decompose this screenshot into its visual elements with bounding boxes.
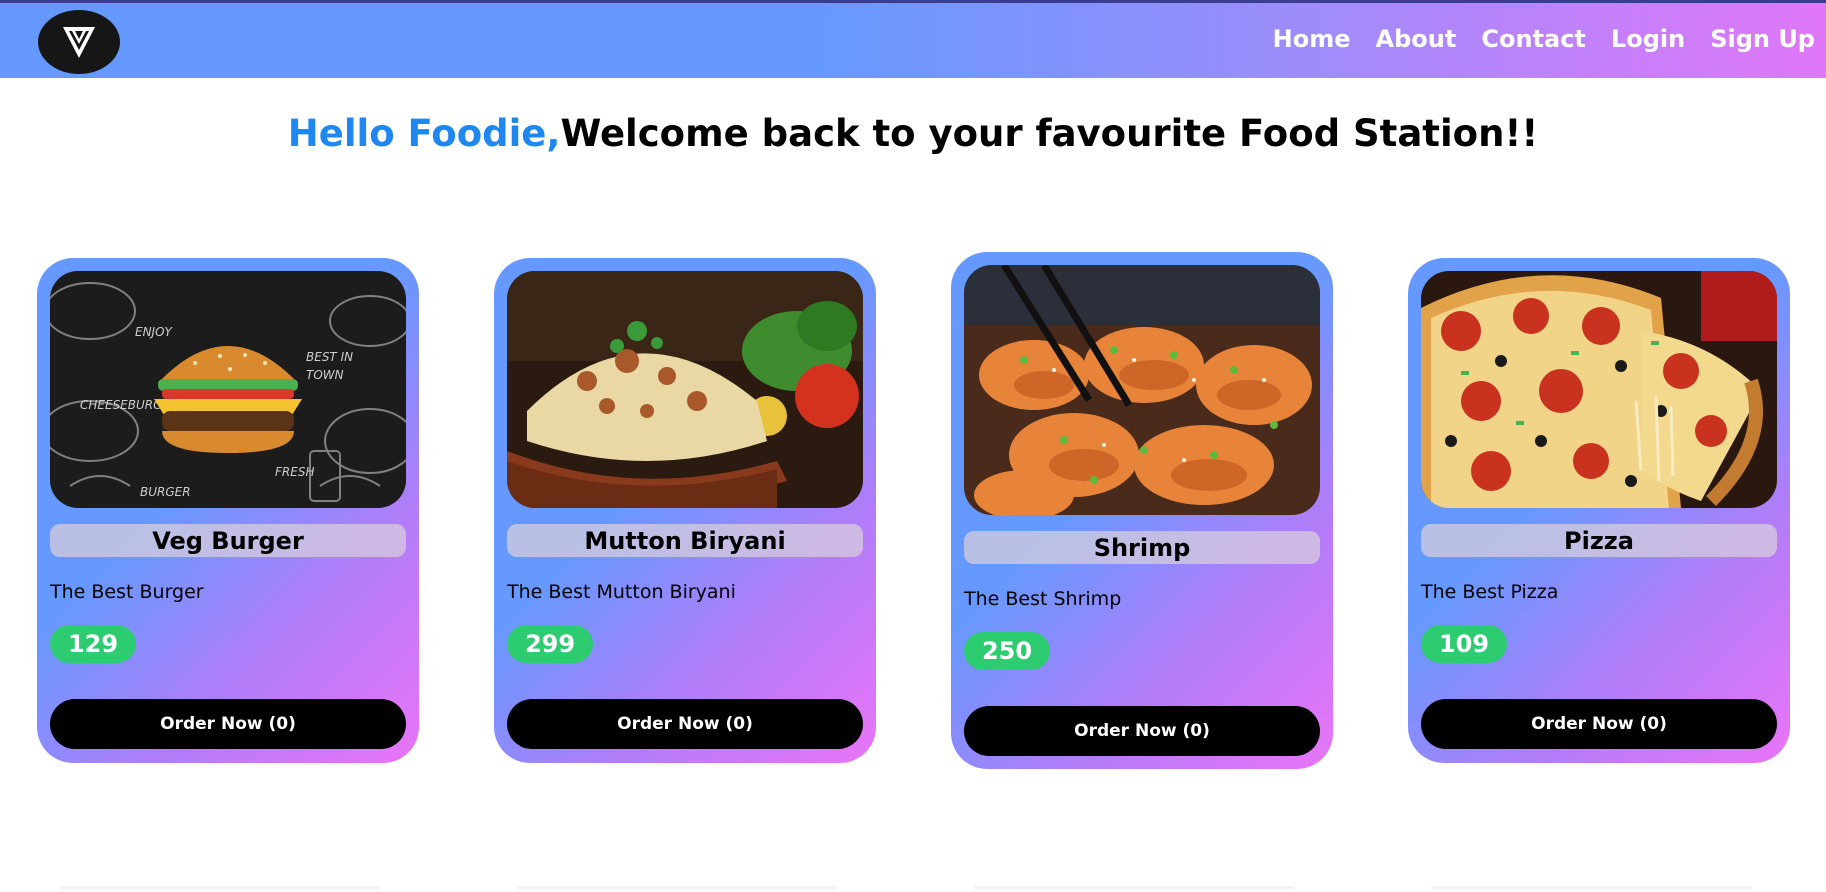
next-row-card-edge bbox=[517, 886, 837, 892]
price-badge: 109 bbox=[1421, 625, 1507, 663]
nav-contact-link[interactable]: Contact bbox=[1481, 25, 1586, 53]
food-description: The Best Burger bbox=[50, 581, 204, 603]
shrimp-image bbox=[964, 265, 1320, 515]
svg-text:BURGER: BURGER bbox=[140, 485, 191, 499]
nav-about-link[interactable]: About bbox=[1376, 25, 1457, 53]
food-description: The Best Shrimp bbox=[964, 588, 1122, 610]
order-now-button[interactable]: Order Now (0) bbox=[50, 699, 406, 749]
v-logo-icon[interactable] bbox=[38, 10, 120, 74]
nav-home-link[interactable]: Home bbox=[1273, 25, 1351, 53]
price-badge: 129 bbox=[50, 625, 136, 663]
next-row-card-edge bbox=[974, 886, 1294, 892]
welcome-heading: Hello Foodie,Welcome back to your favour… bbox=[0, 112, 1826, 155]
order-now-button[interactable]: Order Now (0) bbox=[507, 699, 863, 749]
svg-text:FRESH: FRESH bbox=[275, 465, 314, 479]
food-card-mutton-biryani: Mutton Biryani The Best Mutton Biryani 2… bbox=[494, 258, 876, 763]
food-name: Mutton Biryani bbox=[507, 524, 863, 557]
next-row-card-edge bbox=[60, 886, 380, 892]
navbar: Home About Contact Login Sign Up bbox=[0, 0, 1826, 78]
nav-signup-link[interactable]: Sign Up bbox=[1710, 25, 1815, 53]
nav-links: Home About Contact Login Sign Up bbox=[1273, 25, 1815, 53]
greeting-text: Hello Foodie, bbox=[287, 112, 561, 155]
svg-text:ENJOY: ENJOY bbox=[135, 325, 174, 339]
order-now-button[interactable]: Order Now (0) bbox=[1421, 699, 1777, 749]
burger-image: ENJOY BEST IN TOWN CHEESEBURGER BURGER F… bbox=[50, 271, 406, 508]
pizza-image bbox=[1421, 271, 1777, 508]
food-name: Shrimp bbox=[964, 531, 1320, 564]
food-description: The Best Pizza bbox=[1421, 581, 1559, 603]
food-card-pizza: Pizza The Best Pizza 109 Order Now (0) bbox=[1408, 258, 1790, 763]
svg-text:TOWN: TOWN bbox=[306, 368, 344, 382]
next-row-card-edge bbox=[1431, 886, 1751, 892]
food-card-shrimp: Shrimp The Best Shrimp 250 Order Now (0) bbox=[951, 252, 1333, 769]
price-badge: 250 bbox=[964, 632, 1050, 670]
price-badge: 299 bbox=[507, 625, 593, 663]
food-card-veg-burger: ENJOY BEST IN TOWN CHEESEBURGER BURGER F… bbox=[37, 258, 419, 763]
biryani-image bbox=[507, 271, 863, 508]
food-description: The Best Mutton Biryani bbox=[507, 581, 736, 603]
welcome-message: Welcome back to your favourite Food Stat… bbox=[560, 112, 1539, 155]
order-now-button[interactable]: Order Now (0) bbox=[964, 706, 1320, 756]
svg-text:BEST IN: BEST IN bbox=[306, 350, 353, 364]
food-name: Veg Burger bbox=[50, 524, 406, 557]
nav-login-link[interactable]: Login bbox=[1611, 25, 1685, 53]
food-name: Pizza bbox=[1421, 524, 1777, 557]
